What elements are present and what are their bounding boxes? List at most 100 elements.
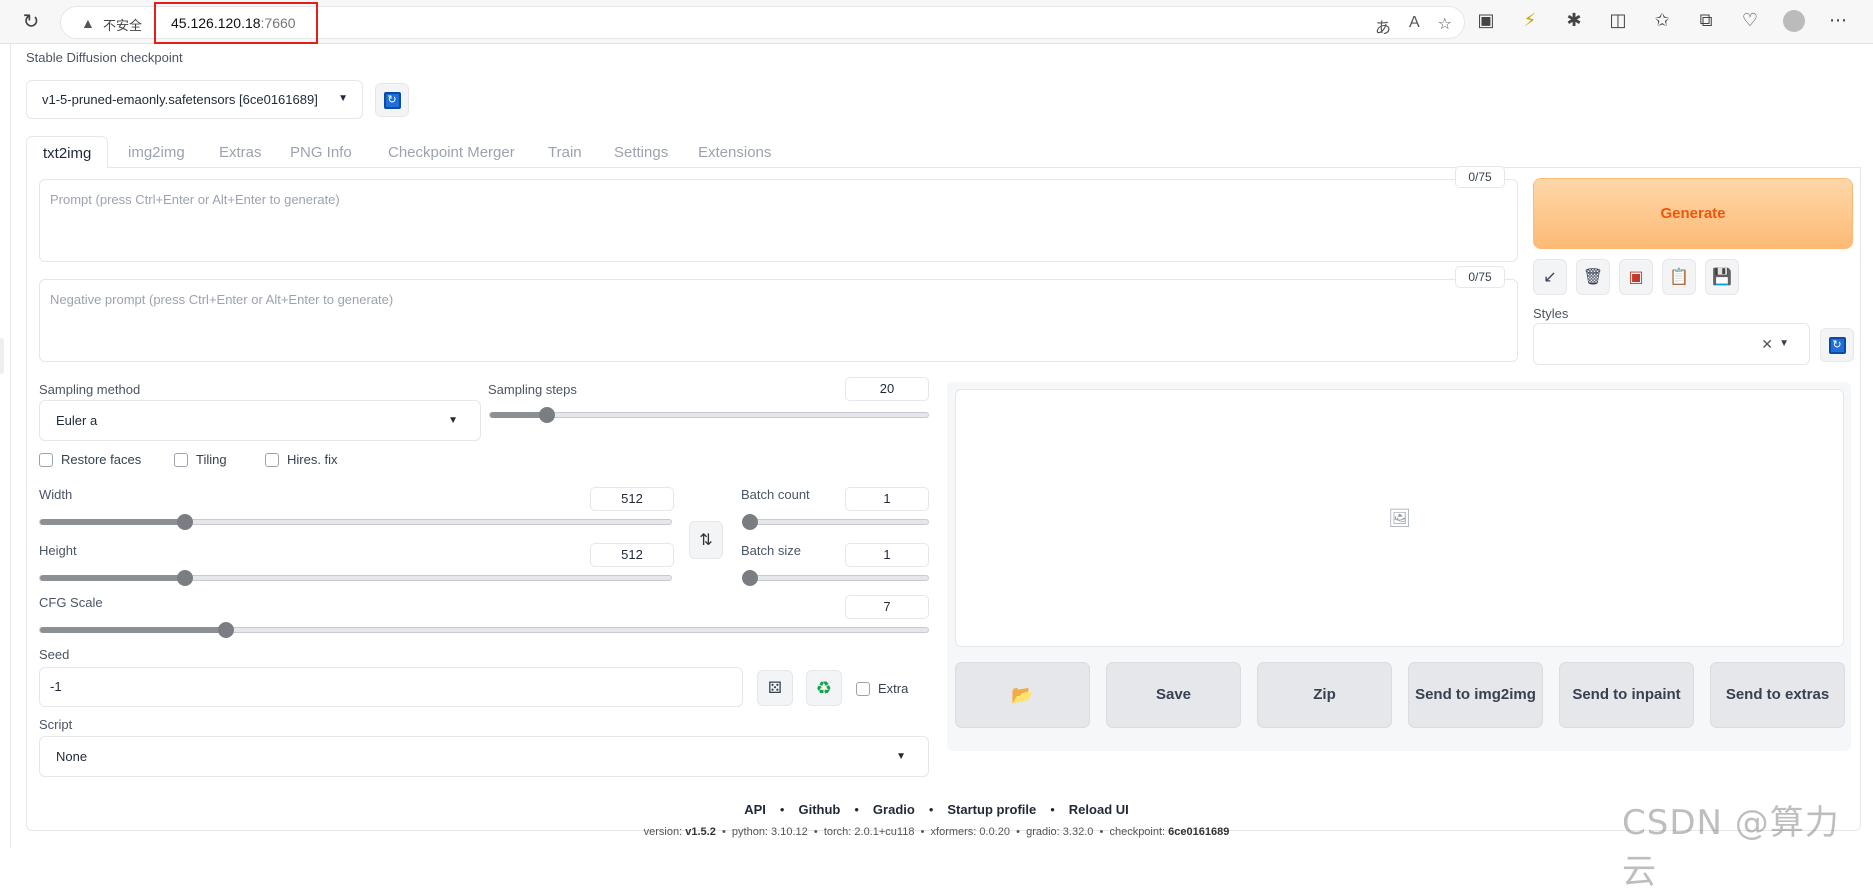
- save-style-button[interactable]: 💾: [1705, 259, 1739, 295]
- sampling-steps-input[interactable]: 20: [845, 377, 929, 401]
- width-slider[interactable]: [39, 514, 672, 530]
- tab-bar: txt2img img2img Extras PNG Info Checkpoi…: [26, 136, 1861, 169]
- watermark: CSDN @算力云: [1622, 803, 1840, 892]
- webui-app: Stable Diffusion checkpoint v1-5-pruned-…: [10, 44, 1871, 848]
- batch-size-slider[interactable]: [742, 570, 929, 586]
- random-seed-button[interactable]: ⚄: [757, 670, 793, 706]
- version-label: version:: [643, 826, 683, 838]
- read-aloud-icon[interactable]: A: [1409, 14, 1420, 38]
- slider-handle[interactable]: [742, 514, 758, 530]
- checkbox-box[interactable]: [39, 452, 53, 467]
- tab-img2img[interactable]: img2img: [112, 136, 201, 169]
- read-params-button[interactable]: ↙: [1533, 259, 1567, 295]
- tiling-label: Tiling: [196, 452, 227, 467]
- insecure-label[interactable]: 不安全: [103, 15, 142, 34]
- send-to-inpaint-button[interactable]: Send to inpaint: [1559, 662, 1694, 728]
- batch-size-input[interactable]: 1: [845, 543, 929, 567]
- extensions-puzzle-icon[interactable]: ✱: [1563, 10, 1585, 37]
- negative-prompt-textarea[interactable]: Negative prompt (press Ctrl+Enter or Alt…: [39, 279, 1518, 362]
- api-link[interactable]: API: [744, 802, 766, 817]
- clear-styles-icon[interactable]: ✕: [1761, 336, 1773, 353]
- send-to-img2img-button[interactable]: Send to img2img: [1408, 662, 1543, 728]
- startup-profile-link[interactable]: Startup profile: [947, 802, 1036, 817]
- cfg-scale-slider[interactable]: [39, 622, 929, 638]
- send-to-extras-button[interactable]: Send to extras: [1710, 662, 1845, 728]
- tab-extensions[interactable]: Extensions: [682, 136, 787, 169]
- width-input[interactable]: 512: [590, 487, 674, 511]
- folder-icon: 📂: [1011, 685, 1034, 705]
- tab-txt2img[interactable]: txt2img: [26, 136, 109, 169]
- height-input[interactable]: 512: [590, 543, 674, 567]
- url-text[interactable]: 45.126.120.18:7660: [171, 15, 296, 31]
- slider-handle[interactable]: [177, 514, 194, 530]
- prompt-textarea[interactable]: Prompt (press Ctrl+Enter or Alt+Enter to…: [39, 179, 1518, 262]
- open-folder-button[interactable]: 📂: [955, 662, 1090, 728]
- save-button[interactable]: Save: [1106, 662, 1241, 728]
- seed-input[interactable]: -1: [39, 667, 743, 707]
- address-bar[interactable]: ▲ 不安全 45.126.120.18:7660 あ A ☆: [60, 2, 1465, 44]
- split-screen-icon[interactable]: ◫: [1607, 10, 1629, 37]
- more-menu-icon[interactable]: ⋯: [1827, 10, 1849, 37]
- bolt-extension-icon[interactable]: ⚡: [1519, 10, 1541, 37]
- browser-essentials-icon[interactable]: ♡: [1739, 10, 1761, 37]
- slider-handle[interactable]: [177, 570, 194, 586]
- tiling-checkbox[interactable]: Tiling: [174, 452, 227, 467]
- github-link[interactable]: Github: [798, 802, 840, 817]
- cfg-scale-input[interactable]: 7: [845, 595, 929, 619]
- restore-faces-label: Restore faces: [61, 452, 142, 467]
- output-gallery[interactable]: 🖼: [955, 389, 1844, 647]
- warning-icon[interactable]: ▲: [81, 15, 95, 31]
- slider-handle[interactable]: [742, 570, 758, 586]
- clear-prompt-button[interactable]: 🗑: [1576, 259, 1610, 295]
- hires-fix-label: Hires. fix: [287, 452, 338, 467]
- tab-train[interactable]: Train: [532, 136, 598, 169]
- apply-style-button[interactable]: 📋: [1662, 259, 1696, 295]
- batch-count-input[interactable]: 1: [845, 487, 929, 511]
- extra-networks-button[interactable]: ▣: [1619, 259, 1653, 295]
- gradio-link[interactable]: Gradio: [873, 802, 915, 817]
- sampling-steps-slider[interactable]: [489, 407, 929, 423]
- url-port: :7660: [260, 15, 296, 31]
- python-version: python: 3.10.12: [731, 826, 808, 838]
- tab-checkpoint-merger[interactable]: Checkpoint Merger: [372, 136, 531, 169]
- cfg-scale-label: CFG Scale: [39, 595, 103, 610]
- refresh-checkpoint-button[interactable]: ↻: [375, 83, 409, 117]
- batch-count-slider[interactable]: [742, 514, 929, 530]
- swap-dimensions-button[interactable]: ⇅: [689, 521, 723, 559]
- checkbox-box[interactable]: [265, 452, 279, 467]
- favorite-star-icon[interactable]: ☆: [1438, 14, 1452, 38]
- hires-fix-checkbox[interactable]: Hires. fix: [265, 452, 338, 467]
- extra-seed-checkbox[interactable]: Extra: [856, 681, 908, 696]
- tab-png-info[interactable]: PNG Info: [274, 136, 368, 169]
- script-select[interactable]: None ▼: [39, 736, 929, 777]
- extension-icon[interactable]: ▣: [1475, 10, 1497, 37]
- height-slider[interactable]: [39, 570, 672, 586]
- gradio-version: gradio: 3.32.0: [1026, 826, 1094, 838]
- collections-icon[interactable]: ⧉: [1695, 10, 1717, 37]
- slider-handle[interactable]: [538, 407, 555, 423]
- generate-button[interactable]: Generate: [1533, 178, 1853, 249]
- checkpoint-label: Stable Diffusion checkpoint: [26, 50, 183, 65]
- zip-button[interactable]: Zip: [1257, 662, 1392, 728]
- reuse-seed-button[interactable]: ♻: [806, 670, 842, 706]
- translate-icon[interactable]: あ: [1375, 14, 1391, 38]
- checkpoint-select[interactable]: v1-5-pruned-emaonly.safetensors [6ce0161…: [26, 80, 363, 119]
- clipboard-icon: 📋: [1669, 269, 1689, 286]
- styles-select[interactable]: ✕ ▼: [1533, 323, 1810, 365]
- sidebar-edge-handle[interactable]: [0, 338, 4, 374]
- favorites-icon[interactable]: ✩: [1651, 10, 1673, 37]
- seed-label: Seed: [39, 647, 70, 662]
- checkpoint-value: v1-5-pruned-emaonly.safetensors [6ce0161…: [42, 92, 318, 107]
- restore-faces-checkbox[interactable]: Restore faces: [39, 452, 141, 467]
- checkbox-box[interactable]: [174, 452, 188, 467]
- tab-extras[interactable]: Extras: [203, 136, 278, 169]
- refresh-styles-button[interactable]: ↻: [1820, 328, 1854, 362]
- swap-arrows-icon: ⇅: [699, 532, 713, 549]
- checkbox-box[interactable]: [856, 681, 870, 696]
- reload-ui-link[interactable]: Reload UI: [1069, 802, 1129, 817]
- image-placeholder-icon: 🖼: [1388, 507, 1411, 528]
- sampling-method-select[interactable]: Euler a ▼: [39, 400, 481, 441]
- tab-settings[interactable]: Settings: [598, 136, 684, 169]
- reload-icon[interactable]: ↻: [20, 11, 42, 33]
- profile-avatar[interactable]: [1783, 10, 1805, 37]
